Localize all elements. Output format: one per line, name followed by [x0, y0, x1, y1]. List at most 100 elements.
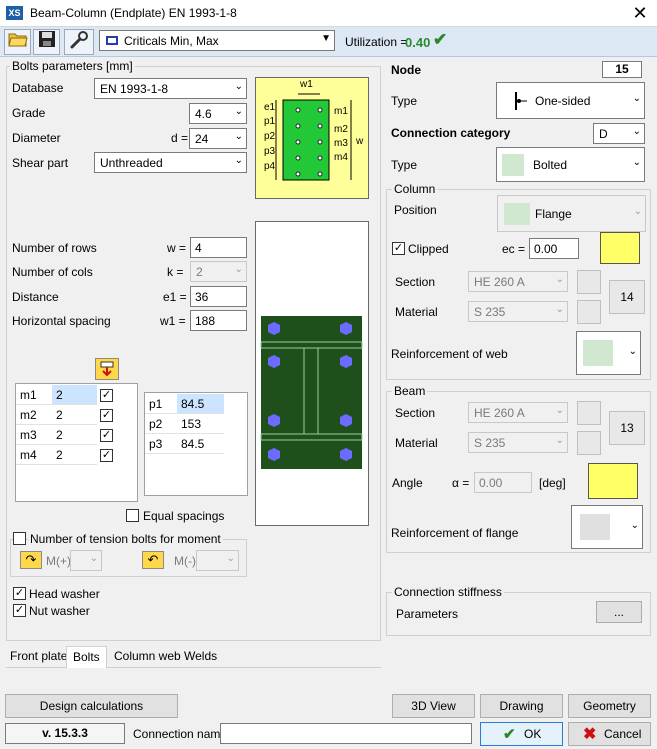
close-icon[interactable]: ✕ — [628, 2, 652, 24]
equal-spacing-icon[interactable] — [95, 358, 119, 380]
tab-bolts[interactable]: Bolts — [66, 646, 107, 668]
diameter-select[interactable]: 24 ⌄ — [189, 128, 247, 149]
column-material-select[interactable]: S 235 ⌄ — [468, 301, 568, 322]
save-icon[interactable] — [33, 29, 60, 55]
beam-section-browse-icon[interactable] — [577, 401, 601, 425]
diagram-m3: m3 — [334, 138, 348, 149]
m2-checkbox[interactable]: ✓ — [100, 409, 113, 422]
flange-icon — [504, 203, 530, 225]
category-type-select[interactable]: Bolted ⌄ — [496, 147, 645, 182]
m3-value[interactable]: 2 — [52, 425, 97, 445]
hspacing-input[interactable]: 188 — [190, 310, 247, 331]
m-minus-label: M(-) — [174, 554, 196, 568]
diameter-label: Diameter — [12, 131, 61, 145]
database-select[interactable]: EN 1993-1-8 ⌄ — [94, 78, 247, 99]
beam-material-browse-icon[interactable] — [577, 431, 601, 455]
reinforcement-web-select[interactable]: ⌄ — [576, 331, 641, 375]
node-type-select[interactable]: One-sided ⌄ — [496, 82, 645, 119]
design-calculations-button[interactable]: Design calculations — [5, 694, 178, 718]
clipped-checkbox[interactable]: ✓ — [392, 242, 405, 255]
m1-checkbox[interactable]: ✓ — [100, 389, 113, 402]
criticals-select[interactable]: Criticals Min, Max ▼ — [99, 30, 335, 51]
beam-material-select[interactable]: S 235 ⌄ — [468, 432, 568, 453]
column-member-number[interactable]: 14 — [609, 280, 645, 314]
column-section-browse-icon[interactable] — [577, 270, 601, 294]
column-position-select[interactable]: Flange ⌄ — [497, 195, 646, 232]
drawing-button[interactable]: Drawing — [480, 694, 563, 718]
moment-plus-icon[interactable]: ↷ — [20, 551, 42, 569]
beam-material-label: Material — [395, 436, 438, 450]
reinforcement-flange-select[interactable]: ⌄ — [571, 505, 643, 549]
beam-group-title: Beam — [392, 384, 428, 398]
nut-washer-checkbox[interactable]: ✓ — [13, 604, 26, 617]
diagram-w1: w1 — [300, 79, 313, 90]
ok-label: OK — [524, 727, 542, 741]
chevron-down-icon: ⌄ — [555, 405, 564, 416]
beam-section-label: Section — [395, 406, 436, 420]
p2-value[interactable]: 153 — [177, 414, 224, 434]
rows-label: Number of rows — [12, 241, 97, 255]
chevron-down-icon: ⌄ — [234, 81, 243, 92]
rows-input[interactable]: 4 — [190, 237, 247, 258]
equal-spacings-checkbox[interactable] — [126, 509, 139, 522]
beam-angle-icon[interactable] — [588, 463, 638, 499]
open-folder-icon[interactable] — [4, 29, 31, 55]
m1-name: m1 — [16, 385, 52, 405]
stiffness-group-title: Connection stiffness — [392, 585, 504, 599]
tension-bolts-checkbox[interactable] — [13, 532, 26, 545]
tab-front-plate[interactable]: Front plate — [4, 646, 73, 668]
p2-name: p2 — [145, 414, 177, 434]
distance-input[interactable]: 36 — [190, 286, 247, 307]
connection-category-select[interactable]: D ⌄ — [593, 123, 645, 144]
3d-view-button[interactable]: 3D View — [392, 694, 475, 718]
cancel-x-icon: ✖ — [583, 726, 597, 743]
angle-input[interactable]: 0.00 — [474, 472, 532, 493]
one-sided-icon — [513, 92, 527, 110]
geometry-button[interactable]: Geometry — [568, 694, 651, 718]
stiffness-parameters-button[interactable]: ... — [596, 601, 642, 623]
column-material-browse-icon[interactable] — [577, 300, 601, 324]
m3-checkbox[interactable]: ✓ — [100, 429, 113, 442]
shear-part-label: Shear part — [12, 156, 69, 170]
column-position-label: Position — [394, 203, 437, 217]
utilization-value: 0.40 — [405, 35, 431, 50]
column-group-title: Column — [392, 182, 438, 196]
connection-name-input[interactable] — [220, 723, 472, 744]
tab-welds[interactable]: Welds — [178, 646, 223, 668]
utilization-label: Utilization = — [345, 35, 408, 49]
cols-select[interactable]: 2 ⌄ — [190, 261, 247, 282]
head-washer-checkbox[interactable]: ✓ — [13, 587, 26, 600]
m4-value[interactable]: 2 — [52, 445, 97, 465]
beam-member-number[interactable]: 13 — [609, 411, 645, 445]
p1-value[interactable]: 84.5 — [177, 394, 224, 414]
shear-part-select[interactable]: Unthreaded ⌄ — [94, 152, 247, 173]
cancel-button[interactable]: ✖ Cancel — [568, 722, 651, 746]
beam-section-select[interactable]: HE 260 A ⌄ — [468, 402, 568, 423]
tab-column-web[interactable]: Column web — [108, 646, 187, 668]
diagram-m1: m1 — [334, 106, 348, 117]
grade-select[interactable]: 4.6 ⌄ — [189, 103, 247, 124]
ok-button[interactable]: ✔ OK — [480, 722, 563, 746]
m-plus-select[interactable]: ⌄ — [70, 550, 102, 571]
chevron-down-icon: ⌄ — [632, 157, 641, 168]
ec-input[interactable]: 0.00 — [529, 238, 579, 259]
column-section-label: Section — [395, 275, 436, 289]
m4-checkbox[interactable]: ✓ — [100, 449, 113, 462]
app-logo: XS — [6, 6, 23, 20]
settings-wrench-icon[interactable] — [64, 29, 94, 55]
clip-offset-icon[interactable] — [600, 232, 640, 264]
moment-minus-icon[interactable]: ↶ — [142, 551, 164, 569]
chevron-down-icon: ⌄ — [632, 126, 641, 137]
column-material-label: Material — [395, 305, 438, 319]
criticals-icon — [106, 36, 118, 45]
p3-value[interactable]: 84.5 — [177, 434, 224, 454]
m1-value[interactable]: 2 — [52, 385, 97, 405]
diagram-p2: p2 — [264, 131, 276, 142]
column-section-select[interactable]: HE 260 A ⌄ — [468, 271, 568, 292]
m-minus-select[interactable]: ⌄ — [196, 550, 239, 571]
ok-check-icon: ✔ — [433, 30, 448, 49]
grade-label: Grade — [12, 106, 46, 120]
diagram-m2: m2 — [334, 124, 348, 135]
tension-bolts-label: Number of tension bolts for moment — [28, 532, 223, 546]
m2-value[interactable]: 2 — [52, 405, 97, 425]
